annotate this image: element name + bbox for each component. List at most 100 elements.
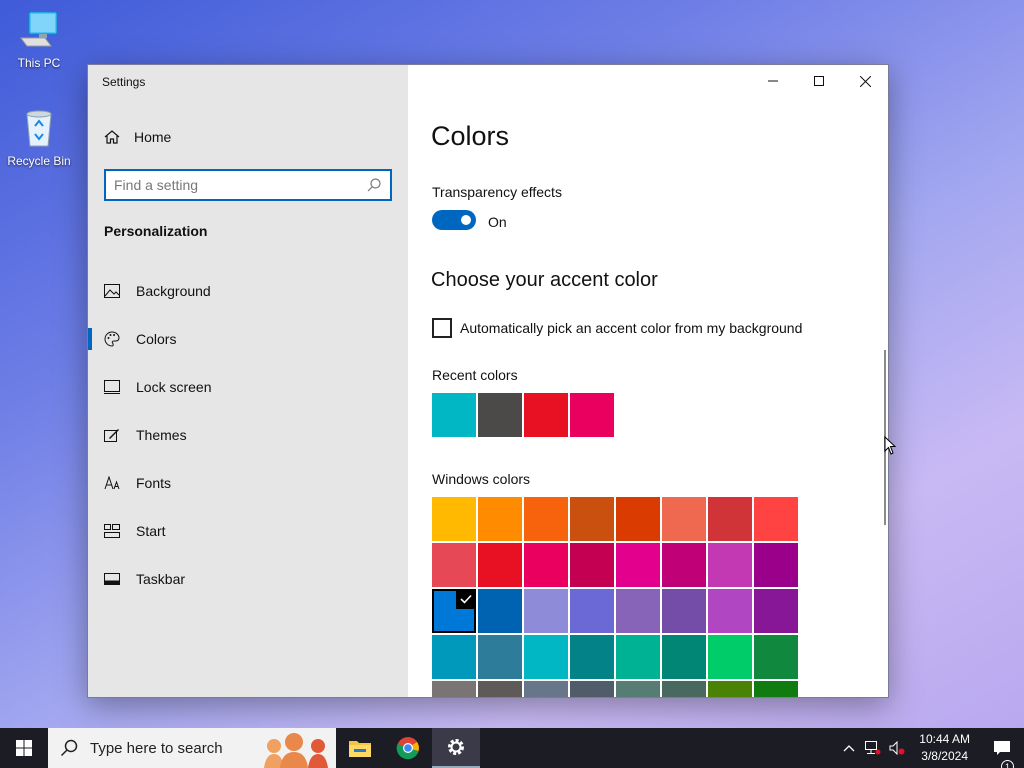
clock[interactable]: 10:44 AM 3/8/2024	[909, 731, 980, 765]
recycle-bin-icon	[17, 106, 61, 150]
taskbar-search-box[interactable]: Type here to search	[48, 728, 336, 768]
volume-muted-icon	[889, 741, 905, 755]
home-icon	[104, 130, 120, 144]
windows-color-swatch[interactable]	[662, 589, 706, 633]
windows-color-swatch[interactable]	[478, 589, 522, 633]
sidebar-item-colors[interactable]: Colors	[88, 315, 408, 363]
windows-color-swatch[interactable]	[432, 681, 476, 697]
network-icon	[865, 741, 881, 755]
windows-color-swatch[interactable]	[708, 543, 752, 587]
sidebar-item-label: Start	[136, 523, 166, 539]
windows-color-swatch[interactable]	[616, 589, 660, 633]
sidebar-item-label: Colors	[136, 331, 177, 347]
system-tray: 10:44 AM 3/8/2024 1	[837, 728, 1024, 768]
windows-color-swatch[interactable]	[708, 589, 752, 633]
auto-pick-label: Automatically pick an accent color from …	[460, 320, 803, 336]
windows-color-swatch[interactable]	[570, 589, 614, 633]
mouse-cursor-icon	[884, 436, 896, 455]
find-setting-search[interactable]	[104, 169, 392, 201]
recent-color-swatch[interactable]	[478, 393, 522, 437]
windows-color-swatch[interactable]	[570, 635, 614, 679]
action-center-button[interactable]: 1	[980, 740, 1024, 768]
windows-color-swatch[interactable]	[524, 543, 568, 587]
windows-color-swatch[interactable]	[570, 543, 614, 587]
windows-color-swatch[interactable]	[524, 635, 568, 679]
windows-color-swatch[interactable]	[708, 681, 752, 697]
windows-color-swatch[interactable]	[754, 635, 798, 679]
network-button[interactable]	[861, 741, 885, 755]
windows-color-swatch[interactable]	[708, 635, 752, 679]
sidebar-item-label: Taskbar	[136, 571, 186, 587]
windows-colors-label: Windows colors	[432, 471, 531, 487]
windows-color-swatch[interactable]	[616, 635, 660, 679]
windows-color-swatch[interactable]	[432, 497, 476, 541]
transparency-toggle[interactable]	[432, 210, 476, 230]
recent-color-swatch[interactable]	[570, 393, 614, 437]
windows-color-swatch[interactable]	[524, 681, 568, 697]
search-input[interactable]	[114, 177, 366, 193]
windows-logo-icon	[16, 740, 32, 756]
windows-color-swatch[interactable]	[662, 681, 706, 697]
content-pane: Colors Transparency effects On Choose yo…	[408, 65, 888, 697]
clock-time: 10:44 AM	[919, 732, 970, 746]
windows-color-swatch[interactable]	[432, 589, 476, 633]
windows-color-swatch[interactable]	[708, 497, 752, 541]
desktop-icon-recycle-bin[interactable]: Recycle Bin	[1, 106, 77, 168]
notification-count: 1	[1001, 760, 1014, 768]
windows-color-swatch[interactable]	[662, 543, 706, 587]
windows-color-swatch[interactable]	[754, 543, 798, 587]
windows-color-swatch[interactable]	[570, 681, 614, 697]
computer-icon	[17, 8, 61, 52]
section-heading: Personalization	[104, 223, 208, 239]
sidebar-item-lock-screen[interactable]: Lock screen	[88, 363, 408, 411]
maximize-icon	[814, 76, 824, 86]
windows-color-swatch[interactable]	[616, 681, 660, 697]
show-hidden-icons-button[interactable]	[837, 744, 861, 752]
windows-color-swatch[interactable]	[478, 635, 522, 679]
palette-icon	[104, 331, 120, 347]
windows-color-swatch[interactable]	[616, 543, 660, 587]
windows-color-swatch[interactable]	[478, 681, 522, 697]
chevron-up-icon	[843, 745, 855, 752]
windows-color-swatch[interactable]	[754, 589, 798, 633]
windows-color-swatch[interactable]	[570, 497, 614, 541]
recent-color-swatch[interactable]	[524, 393, 568, 437]
auto-pick-option[interactable]: Automatically pick an accent color from …	[432, 318, 802, 338]
recent-color-swatch[interactable]	[432, 393, 476, 437]
windows-color-swatch[interactable]	[754, 681, 798, 697]
windows-color-swatch[interactable]	[754, 497, 798, 541]
windows-color-swatch[interactable]	[524, 497, 568, 541]
lock-screen-icon	[104, 379, 120, 395]
close-button[interactable]	[842, 65, 888, 97]
taskbar-settings[interactable]	[432, 728, 480, 768]
start-button[interactable]	[0, 728, 48, 768]
sidebar-item-themes[interactable]: Themes	[88, 411, 408, 459]
windows-color-swatch[interactable]	[478, 497, 522, 541]
desktop-icon-label: This PC	[17, 56, 61, 70]
minimize-button[interactable]	[750, 65, 796, 97]
sidebar-item-fonts[interactable]: Fonts	[88, 459, 408, 507]
home-link[interactable]: Home	[104, 129, 171, 145]
sidebar-item-start[interactable]: Start	[88, 507, 408, 555]
windows-color-swatch[interactable]	[524, 589, 568, 633]
minimize-icon	[768, 80, 778, 82]
windows-color-swatch[interactable]	[432, 635, 476, 679]
windows-color-swatch[interactable]	[662, 497, 706, 541]
volume-button[interactable]	[885, 741, 909, 755]
windows-color-swatch[interactable]	[662, 635, 706, 679]
taskbar: Type here to search 10:44 AM 3/8/2024 1	[0, 728, 1024, 768]
desktop-icon-this-pc[interactable]: This PC	[1, 8, 77, 70]
sidebar-item-background[interactable]: Background	[88, 267, 408, 315]
sidebar-item-taskbar[interactable]: Taskbar	[88, 555, 408, 603]
auto-pick-checkbox[interactable]	[432, 318, 452, 338]
taskbar-chrome[interactable]	[384, 728, 432, 768]
notification-icon	[994, 741, 1010, 755]
taskbar-search-placeholder: Type here to search	[90, 739, 223, 757]
taskbar-file-explorer[interactable]	[336, 728, 384, 768]
themes-icon	[104, 427, 120, 443]
windows-color-swatch[interactable]	[616, 497, 660, 541]
windows-color-swatch[interactable]	[432, 543, 476, 587]
maximize-button[interactable]	[796, 65, 842, 97]
windows-color-swatch[interactable]	[478, 543, 522, 587]
windows-colors-grid	[432, 497, 798, 697]
